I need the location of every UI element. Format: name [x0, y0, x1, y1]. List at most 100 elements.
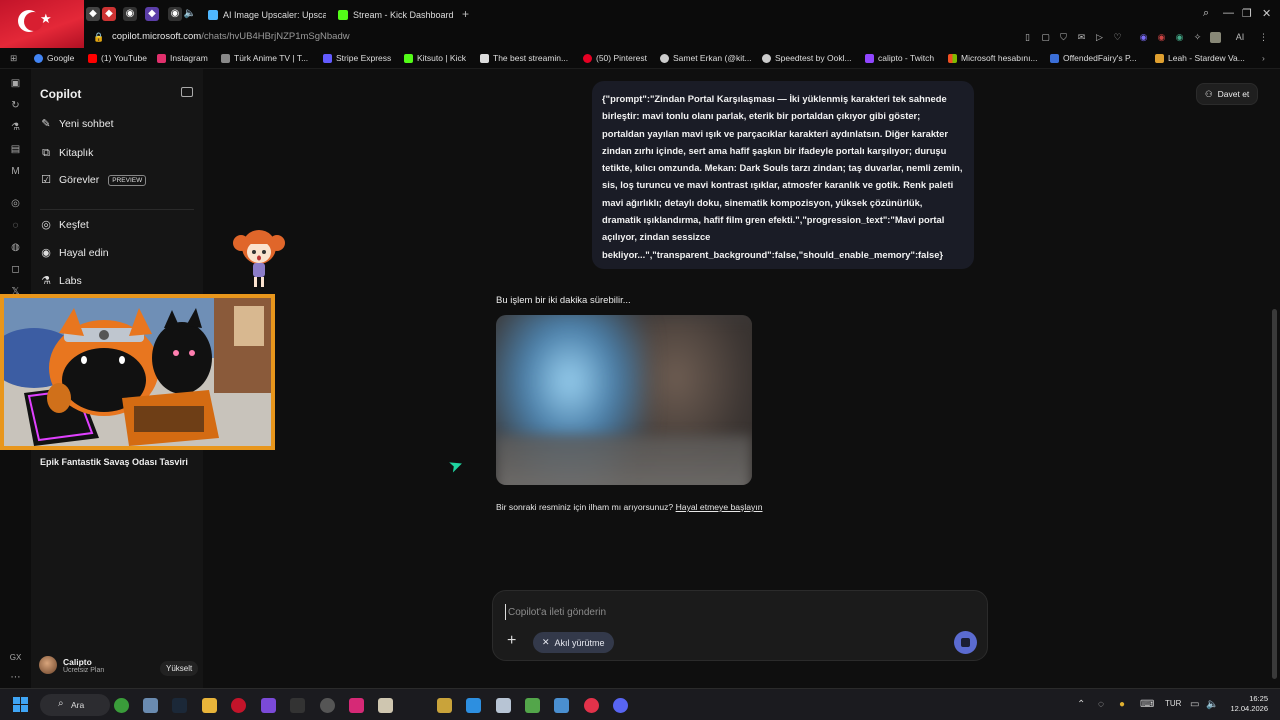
bookmark-microsoft[interactable]: Microsoft hesabını...: [948, 53, 1038, 63]
messenger-icon[interactable]: ◎: [9, 197, 22, 210]
stop-button[interactable]: [954, 631, 977, 654]
whatsapp-icon[interactable]: ◌: [9, 219, 22, 232]
invite-button[interactable]: ⚇ Davet et: [1196, 83, 1259, 105]
volume-icon[interactable]: 🔈: [1206, 699, 1218, 710]
file-explorer-icon[interactable]: [202, 698, 217, 713]
chevron-up-icon[interactable]: ⌃: [1077, 699, 1085, 710]
extension-icon[interactable]: ▯: [1022, 32, 1033, 43]
obs-icon[interactable]: [320, 698, 335, 713]
steam-icon[interactable]: [172, 698, 187, 713]
bookmark-stardew[interactable]: Leah - Stardew Va...: [1155, 53, 1245, 63]
bookmark-instagram[interactable]: Instagram: [157, 53, 208, 63]
new-tab-button[interactable]: +: [462, 7, 469, 21]
close-icon[interactable]: ✕: [1262, 7, 1271, 20]
bookmark-twitch[interactable]: calipto - Twitch: [865, 53, 934, 63]
sidebar-item-labs[interactable]: ⚗ Labs: [40, 275, 82, 287]
flask-icon[interactable]: ⚗: [9, 121, 22, 134]
gamepad-icon[interactable]: ▣: [9, 77, 22, 90]
task-view-icon[interactable]: [143, 698, 158, 713]
instagram-icon[interactable]: ◻: [9, 263, 22, 276]
extensions-icon[interactable]: ✧: [1192, 32, 1203, 43]
gx-icon[interactable]: GX: [9, 651, 22, 664]
app-icon[interactable]: [378, 698, 393, 713]
language-indicator[interactable]: TUR: [1165, 699, 1181, 708]
tray-icon[interactable]: ◌: [1098, 699, 1104, 710]
discord-icon[interactable]: [613, 698, 628, 713]
play-icon[interactable]: ▷: [1094, 32, 1105, 43]
mail-icon[interactable]: M: [9, 165, 22, 178]
sidebar-toggle-icon[interactable]: [181, 87, 193, 97]
history-icon[interactable]: ↻: [9, 99, 22, 112]
bookmark-kitsuto-kick[interactable]: Kitsuto | Kick: [404, 53, 466, 63]
discord-icon[interactable]: ◍: [9, 241, 22, 254]
sidebar-item-discover[interactable]: ◎ Keşfet: [40, 219, 89, 231]
address-bar[interactable]: 🔒 copilot.microsoft.com/chats/hvUB4HBrjN…: [0, 29, 1280, 48]
extension-icon[interactable]: ✉: [1076, 32, 1087, 43]
start-imagining-link[interactable]: Hayal etmeye başlayın: [676, 502, 763, 512]
generated-image-preview[interactable]: [496, 315, 752, 485]
bookmark-google[interactable]: Google: [34, 53, 74, 63]
clock[interactable]: 16:25 12.04.2026: [1220, 694, 1268, 714]
bookmark-threads[interactable]: Samet Erkan (@kit...: [660, 53, 752, 63]
tab-kick-dashboard[interactable]: Stream - Kick Dashboard: [338, 5, 456, 25]
app-icon[interactable]: [261, 698, 276, 713]
tray-icon[interactable]: ●: [1119, 699, 1125, 710]
network-icon[interactable]: ▭: [1190, 699, 1199, 710]
app-icon[interactable]: [496, 698, 511, 713]
keyboard-icon[interactable]: ⌨: [1140, 699, 1154, 710]
pinned-tab-icon[interactable]: ◉: [168, 7, 182, 21]
bookmark-stripe[interactable]: Stripe Express: [323, 53, 391, 63]
minecraft-icon[interactable]: [525, 698, 540, 713]
sidebar-item-library[interactable]: ⧉ Kitaplık: [40, 147, 93, 159]
bookmark-youtube[interactable]: (1) YouTube: [88, 53, 147, 63]
profile-icon[interactable]: [1210, 32, 1221, 43]
pinned-tab-icon[interactable]: ◆: [86, 7, 100, 21]
bookmark-turkanime[interactable]: Türk Anime TV | T...: [221, 53, 308, 63]
extension-icon[interactable]: ◉: [1138, 32, 1149, 43]
riot-icon[interactable]: [437, 698, 452, 713]
pinned-tab-icon[interactable]: ◆: [102, 7, 116, 21]
url-text[interactable]: copilot.microsoft.com/chats/hvUB4HBrjNZP…: [112, 31, 350, 42]
app-icon[interactable]: [554, 698, 569, 713]
extension-icon[interactable]: ◉: [1156, 32, 1167, 43]
scrollbar[interactable]: [1270, 69, 1280, 688]
bookmark-speedtest[interactable]: Speedtest by Ookl...: [762, 53, 852, 63]
conversation-item[interactable]: Epik Fantastik Savaş Odası Tasviri: [40, 457, 188, 467]
bookmark-pinterest[interactable]: (50) Pinterest: [583, 53, 647, 63]
reasoning-chip[interactable]: ✕ Akıl yürütme: [533, 632, 614, 653]
minimize-icon[interactable]: —: [1223, 7, 1234, 19]
app-icon[interactable]: [584, 698, 599, 713]
app-icon[interactable]: [466, 698, 481, 713]
wallet-icon[interactable]: ▤: [9, 143, 22, 156]
pinned-tab-icon[interactable]: ◉: [123, 7, 137, 21]
lock-icon[interactable]: 🔒: [93, 32, 104, 43]
shield-icon[interactable]: ⛉: [1058, 32, 1069, 43]
ai-icon[interactable]: AI: [1232, 32, 1248, 43]
heart-icon[interactable]: ♡: [1112, 32, 1123, 43]
extension-icon[interactable]: ◉: [1174, 32, 1185, 43]
pinned-tab-icon[interactable]: ◆: [145, 7, 159, 21]
instagram-icon[interactable]: [349, 698, 364, 713]
extension-icon[interactable]: ▢: [1040, 32, 1051, 43]
app-icon[interactable]: [290, 698, 305, 713]
opera-gx-icon[interactable]: [231, 698, 246, 713]
more-bookmarks-icon[interactable]: ›: [1262, 53, 1265, 63]
upgrade-button[interactable]: Yükselt: [160, 661, 199, 676]
close-icon[interactable]: ✕: [542, 637, 550, 648]
speaker-icon[interactable]: 🔈: [183, 7, 197, 21]
search-tabs-icon[interactable]: ⌕: [1203, 7, 1209, 20]
menu-icon[interactable]: ⋮: [1258, 32, 1269, 43]
xbox-icon[interactable]: [114, 698, 129, 713]
sidebar-item-imagine[interactable]: ◉ Hayal edin: [40, 247, 108, 259]
taskbar-search[interactable]: ⌕ Ara: [40, 694, 110, 716]
add-attachment-button[interactable]: +: [507, 633, 516, 649]
apps-icon[interactable]: ⊞: [10, 53, 17, 64]
start-button[interactable]: [13, 697, 29, 713]
sidebar-item-new-chat[interactable]: ✎ Yeni sohbet: [40, 118, 113, 130]
scrollbar-thumb[interactable]: [1272, 309, 1277, 679]
more-icon[interactable]: ⋯: [9, 671, 22, 684]
bookmark-streaming[interactable]: The best streamin...: [480, 53, 568, 63]
user-profile[interactable]: Calipto Ücretsiz Plan: [39, 656, 104, 674]
maximize-icon[interactable]: ❐: [1242, 7, 1252, 20]
bookmark-offendedfairy[interactable]: OffendedFairy's P...: [1050, 53, 1137, 63]
